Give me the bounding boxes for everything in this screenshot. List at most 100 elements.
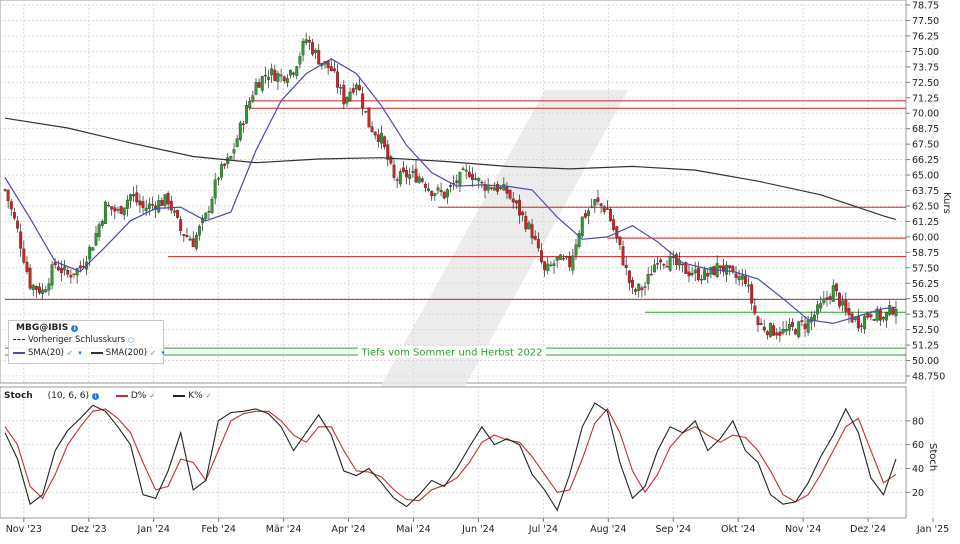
candle-down <box>568 255 572 268</box>
candle-down <box>351 88 355 93</box>
candle-down <box>25 261 29 272</box>
x-tick-label: Mär '24 <box>266 524 302 535</box>
candle-down <box>674 254 678 265</box>
info-icon[interactable]: i <box>71 325 79 332</box>
candle-up <box>703 269 707 280</box>
sma200-swatch-icon <box>90 351 103 354</box>
candle-up <box>819 303 823 309</box>
candle-up <box>301 40 305 56</box>
legend-item-prev-close[interactable]: Vorheriger Schlusskurs ○ <box>13 335 135 345</box>
x-tick-label: Jan '25 <box>916 524 949 535</box>
candle-down <box>659 259 663 263</box>
candle-down <box>631 280 634 288</box>
candle-up <box>220 164 223 178</box>
candle-down <box>665 266 669 268</box>
candle-up <box>725 265 729 275</box>
x-tick-label: Sep '24 <box>655 524 691 535</box>
candle-down <box>609 209 612 221</box>
candle-down <box>514 200 518 204</box>
candle-up <box>740 275 744 280</box>
candle-down <box>207 211 211 213</box>
candle-up <box>590 206 594 208</box>
candle-down <box>461 168 465 170</box>
candle-up <box>411 170 415 173</box>
candle-up <box>47 283 51 291</box>
candle-up <box>229 156 233 159</box>
candle-down <box>860 325 863 327</box>
checkmark-icon[interactable]: ✓ <box>205 392 213 400</box>
price-tick-label: 50.00 <box>912 356 939 367</box>
candle-up <box>769 323 772 337</box>
candle-down <box>151 204 154 206</box>
candle-up <box>122 207 126 216</box>
candle-down <box>794 329 798 335</box>
legend-symbol: MBG@IBIS i <box>16 323 79 333</box>
candle-down <box>370 126 374 132</box>
candle-up <box>276 73 280 82</box>
x-tick-label: Mai '24 <box>396 524 430 535</box>
candle-up <box>693 269 697 274</box>
candle-down <box>423 183 427 189</box>
checkmark-icon[interactable]: ✓ <box>66 349 74 357</box>
price-tick-label: 70.00 <box>912 109 939 120</box>
candle-down <box>414 168 418 183</box>
candle-down <box>687 271 691 277</box>
legend-k[interactable]: K% <box>188 391 202 401</box>
chevron-down-icon[interactable]: ▾ <box>159 349 167 357</box>
candle-down <box>273 69 277 81</box>
legend-d[interactable]: D% <box>131 391 146 401</box>
visibility-circle-icon[interactable]: ○ <box>127 336 135 344</box>
info-icon[interactable]: i <box>91 393 99 400</box>
candle-up <box>248 101 252 108</box>
x-tick-label: Jun '24 <box>461 524 495 535</box>
candle-up <box>492 187 496 191</box>
candle-down <box>524 215 528 230</box>
candle-up <box>147 203 151 209</box>
candle-down <box>386 144 390 160</box>
price-panel: 78.75 77.50 76.25 75.00 73.75 72.50 71.25 70.00… <box>0 0 952 450</box>
price-tick-label: 72.50 <box>912 78 939 89</box>
candle-down <box>56 266 60 271</box>
candle-down <box>376 134 380 143</box>
candle-up <box>91 247 95 251</box>
candle-up <box>587 210 590 216</box>
candle-down <box>467 171 471 177</box>
candle-down <box>311 42 314 55</box>
candle-up <box>163 194 167 206</box>
checkmark-icon[interactable]: ✓ <box>149 349 157 357</box>
candle-down <box>132 194 136 197</box>
candle-up <box>885 312 889 321</box>
candle-down <box>612 219 616 230</box>
candle-down <box>847 308 851 316</box>
candle-up <box>116 209 120 211</box>
candle-up <box>245 105 249 124</box>
checkmark-icon[interactable]: ✓ <box>148 392 156 400</box>
x-tick-label: Dez '23 <box>71 524 107 535</box>
candle-down <box>596 197 600 202</box>
candle-down <box>765 331 769 336</box>
price-tick-label: 71.25 <box>912 93 939 104</box>
candle-down <box>28 267 32 289</box>
candle-up <box>888 305 892 315</box>
price-tick-label: 62.50 <box>912 201 939 212</box>
candle-up <box>100 221 104 226</box>
candle-up <box>172 210 176 213</box>
candle-down <box>257 82 261 88</box>
candle-up <box>298 56 302 65</box>
candle-down <box>22 248 26 263</box>
chevron-down-icon[interactable]: ▾ <box>76 349 84 357</box>
candle-up <box>737 276 741 280</box>
candle-down <box>107 204 110 207</box>
candle-down <box>602 206 606 212</box>
candle-up <box>345 96 349 104</box>
price-tick-label: 68.75 <box>912 124 939 135</box>
candle-up <box>97 224 101 237</box>
candle-down <box>405 170 409 178</box>
candle-down <box>373 131 377 136</box>
candle-up <box>103 201 107 225</box>
candle-down <box>649 273 653 276</box>
candle-down <box>533 236 537 240</box>
candle-up <box>863 315 867 330</box>
candle-down <box>778 331 782 336</box>
candle-down <box>471 174 474 181</box>
